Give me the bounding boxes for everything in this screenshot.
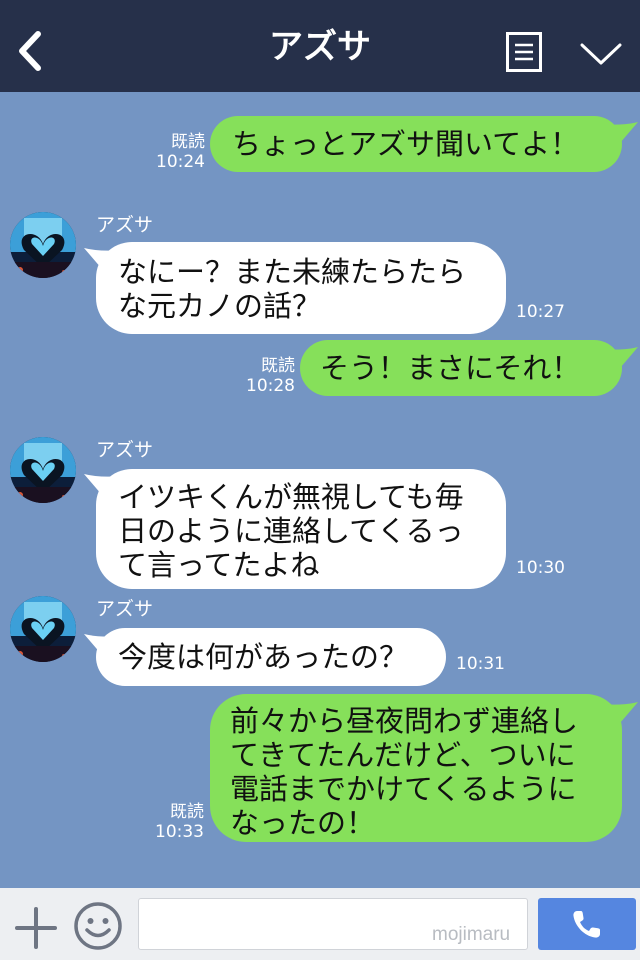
message-bubble-received[interactable]: 今度は何があったの？ [96, 628, 446, 686]
sender-name: アズサ [96, 439, 154, 461]
message-time: 10:31 [456, 654, 505, 674]
message-time: 10:27 [516, 302, 565, 322]
chat-title: アズサ [269, 27, 371, 67]
sender-name: アズサ [96, 598, 154, 620]
phone-icon [573, 911, 600, 938]
avatar[interactable] [10, 212, 76, 278]
read-receipt: 既読 [171, 132, 205, 152]
watermark: mojimaru [432, 924, 511, 945]
menu-icon[interactable] [506, 32, 542, 72]
message-bubble-received[interactable]: イツキくんが無視しても毎 日のように連絡してくるっ て言ってたよね [96, 469, 506, 589]
avatar[interactable] [10, 437, 76, 503]
message-bubble-sent[interactable]: ちょっとアズサ聞いてよ！ [210, 116, 622, 172]
chevron-down-icon[interactable] [580, 42, 622, 66]
message-meta: 既読 10:24 [150, 132, 205, 172]
message-time: 10:30 [516, 558, 565, 578]
message-time: 10:28 [246, 376, 295, 396]
call-button[interactable] [538, 898, 636, 950]
message-bubble-received[interactable]: なにー？また未練たらたら な元カノの話？ [96, 242, 506, 334]
plus-icon[interactable] [14, 906, 58, 950]
message-time: 10:33 [155, 822, 204, 842]
message-meta: 既読 10:33 [150, 802, 204, 842]
message-time: 10:24 [156, 152, 205, 172]
smiley-icon[interactable] [72, 900, 124, 952]
message-bubble-sent[interactable]: そう！まさにそれ！ [300, 340, 622, 396]
read-receipt: 既読 [261, 356, 295, 376]
message-bubble-sent[interactable]: 前々から昼夜問わず連絡し てきてたんだけど、ついに 電話までかけてくるように な… [210, 694, 622, 842]
message-meta: 既読 10:28 [240, 356, 295, 396]
read-receipt: 既読 [170, 802, 204, 822]
avatar[interactable] [10, 596, 76, 662]
sender-name: アズサ [96, 214, 154, 236]
